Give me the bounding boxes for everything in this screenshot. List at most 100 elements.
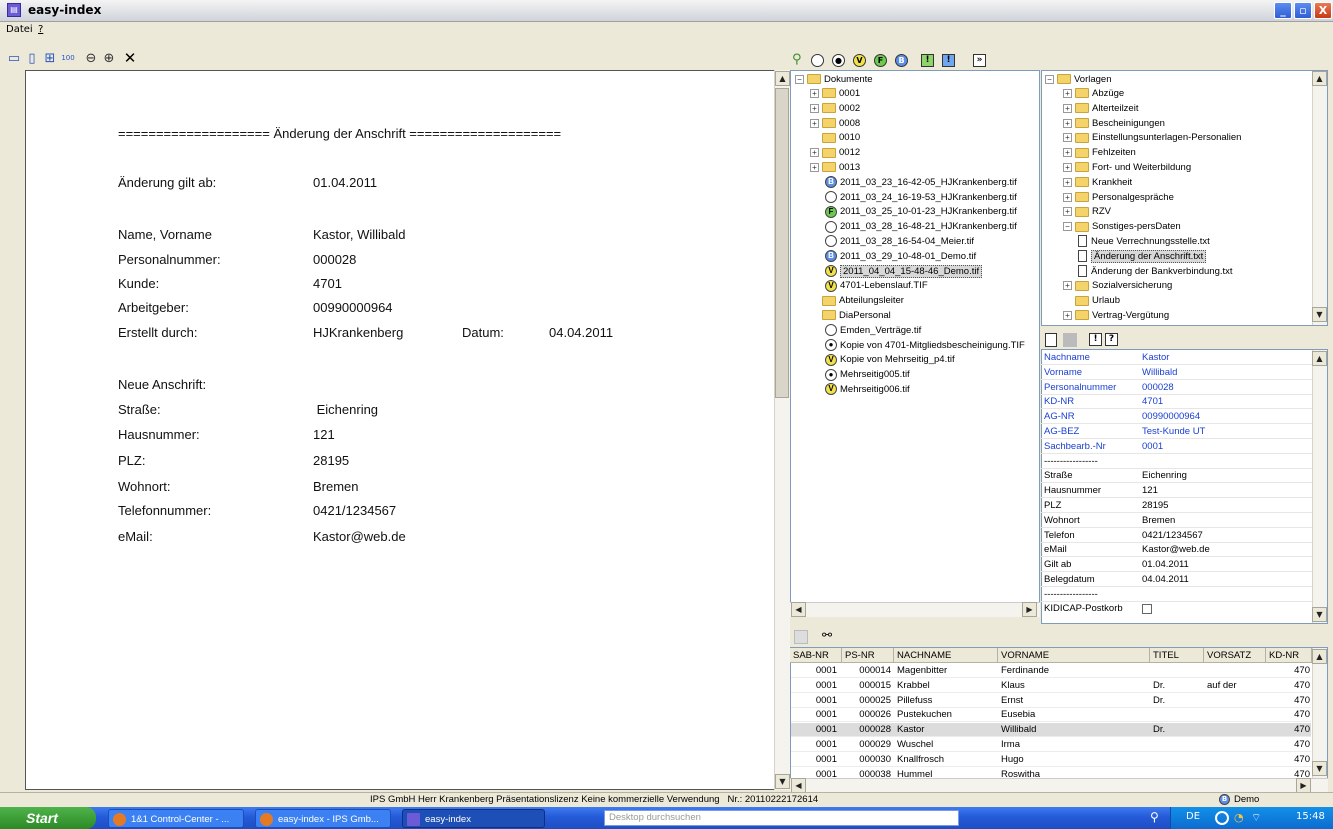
template-item[interactable]: + Abzüge <box>1063 87 1124 101</box>
expand-icon[interactable]: + <box>1063 177 1072 187</box>
tree-item[interactable]: 2011_03_24_16-19-53_HJKrankenberg.tif <box>810 191 1017 205</box>
expand-icon[interactable]: + <box>1063 207 1072 217</box>
next-icon[interactable]: » <box>973 54 986 67</box>
props-help-icon[interactable]: ? <box>1105 333 1118 346</box>
scroll-right-icon[interactable]: ▶ <box>1022 602 1037 617</box>
property-value[interactable]: 000028 <box>1142 381 1174 395</box>
tree-item[interactable]: F 2011_03_25_10-01-23_HJKrankenberg.tif <box>810 205 1017 219</box>
collapse-icon[interactable]: − <box>1045 74 1054 84</box>
grid-icon[interactable]: ⊞ <box>42 51 58 66</box>
template-item[interactable]: + Fort- und Weiterbildung <box>1063 161 1191 175</box>
expand-icon[interactable]: + <box>1063 133 1072 143</box>
props-scrollbar[interactable] <box>1312 350 1327 623</box>
column-header[interactable]: NACHNAME <box>894 648 998 663</box>
template-item[interactable]: + Bescheinigungen <box>1063 117 1165 131</box>
template-item[interactable]: + Alterteilzeit <box>1063 102 1138 116</box>
tree-item[interactable]: DiaPersonal <box>810 309 891 323</box>
close-doc-icon[interactable]: ✕ <box>122 51 138 66</box>
template-item[interactable]: Neue Verrechnungsstelle.txt <box>1078 235 1210 249</box>
tree-item[interactable]: B 2011_03_23_16-42-05_HJKrankenberg.tif <box>810 176 1017 190</box>
table-hscrollbar[interactable] <box>790 778 1328 792</box>
expand-icon[interactable]: + <box>1063 103 1072 113</box>
tree-item[interactable]: V Mehrseitig006.tif <box>810 383 910 397</box>
scroll-down-icon[interactable]: ▼ <box>1312 761 1327 776</box>
expand-icon[interactable]: + <box>1063 192 1072 202</box>
scroll-up-icon[interactable]: ▲ <box>1312 649 1327 664</box>
columns-icon[interactable]: ▯ <box>24 51 40 66</box>
tree-item[interactable]: 2011_03_28_16-48-21_HJKrankenberg.tif <box>810 220 1017 234</box>
tree-item[interactable]: 0010 <box>810 131 860 145</box>
scroll-up-icon[interactable]: ▲ <box>775 71 790 86</box>
column-header[interactable]: VORSATZ <box>1204 648 1266 663</box>
column-header[interactable]: SAB-NR <box>790 648 842 663</box>
table-scrollbar[interactable] <box>1312 648 1327 778</box>
property-row[interactable]: Wohnort Bremen <box>1041 514 1323 528</box>
search-icon[interactable]: ⚲ <box>1150 810 1159 824</box>
expand-icon[interactable]: + <box>1063 118 1072 128</box>
expand-icon[interactable]: + <box>810 118 819 128</box>
tray-network-icon[interactable]: ◔ <box>1234 811 1244 824</box>
scroll-left-icon[interactable]: ◀ <box>791 602 806 617</box>
close-button[interactable]: X <box>1314 2 1332 19</box>
scroll-down-icon[interactable]: ▼ <box>775 774 790 789</box>
tray-wifi-icon[interactable]: ⌔ <box>1251 811 1261 825</box>
template-item[interactable]: + Personalgespräche <box>1063 191 1174 205</box>
expand-icon[interactable]: + <box>1063 310 1072 320</box>
template-item[interactable]: + RZV <box>1063 205 1111 219</box>
property-value[interactable]: Test-Kunde UT <box>1142 425 1205 439</box>
lang-indicator[interactable]: DE <box>1186 811 1200 822</box>
property-value[interactable]: 0421/1234567 <box>1142 529 1203 543</box>
property-value[interactable]: 04.04.2011 <box>1142 573 1189 587</box>
collapse-icon[interactable]: − <box>795 74 804 84</box>
new-doc-icon[interactable] <box>1045 333 1057 347</box>
restore-button[interactable]: ▫ <box>1294 2 1312 19</box>
property-row[interactable]: ----------------- <box>1041 588 1323 602</box>
expand-icon[interactable]: + <box>1063 281 1072 291</box>
property-row[interactable]: Straße Eichenring <box>1041 469 1323 484</box>
tree-item[interactable]: +0012 <box>810 146 860 160</box>
collapse-icon[interactable]: − <box>1063 222 1072 232</box>
postkorb-checkbox[interactable] <box>1142 604 1152 614</box>
template-item[interactable]: + Krankheit <box>1063 176 1132 190</box>
property-row[interactable]: eMail Kastor@web.de <box>1041 543 1323 558</box>
property-row[interactable]: Telefon 0421/1234567 <box>1041 529 1323 543</box>
expand-icon[interactable]: + <box>810 148 819 158</box>
template-item[interactable]: +Urlaub <box>1063 294 1120 308</box>
tree-item[interactable]: +0002 <box>810 102 860 116</box>
zoom-in-icon[interactable]: ⊕ <box>101 51 117 66</box>
fit-icon[interactable]: 100 <box>60 51 76 66</box>
property-value[interactable]: Bremen <box>1142 514 1175 528</box>
menu-help[interactable]: ? <box>38 24 43 35</box>
template-item[interactable]: Änderung der Bankverbindung.txt <box>1078 265 1233 279</box>
property-row[interactable]: Gilt ab 01.04.2011 <box>1041 558 1323 573</box>
scroll-right-icon[interactable]: ▶ <box>1296 778 1311 793</box>
minimize-button[interactable]: _ <box>1274 2 1292 19</box>
task-control-center[interactable]: 1&1 Control-Center - ... <box>108 809 244 828</box>
filter-empty-icon[interactable] <box>811 54 824 67</box>
tree-item[interactable]: 2011_03_28_16-54-04_Meier.tif <box>810 235 974 249</box>
expand-icon[interactable]: + <box>810 103 819 113</box>
tree-root-vorlagen[interactable]: − Vorlagen <box>1045 73 1112 87</box>
template-item[interactable]: + Sozialversicherung <box>1063 279 1172 293</box>
filter-b-icon[interactable]: B <box>895 54 908 67</box>
expand-icon[interactable]: + <box>810 162 819 172</box>
property-value[interactable]: Kastor <box>1142 351 1169 365</box>
template-item[interactable]: + Fehlzeiten <box>1063 146 1136 160</box>
property-value[interactable]: 28195 <box>1142 499 1168 513</box>
scroll-left-icon[interactable]: ◀ <box>791 778 806 793</box>
scroll-up-icon[interactable]: ▲ <box>1312 71 1327 86</box>
binoculars-icon[interactable]: ⚯ <box>822 628 832 642</box>
property-row[interactable]: Vorname Willibald <box>1041 366 1323 380</box>
property-row[interactable]: ----------------- <box>1041 455 1323 469</box>
props-warning-icon[interactable]: ! <box>1089 333 1102 346</box>
property-value[interactable]: 121 <box>1142 484 1158 498</box>
expand-icon[interactable]: + <box>1063 88 1072 98</box>
tree-item[interactable]: Abteilungsleiter <box>810 294 904 308</box>
property-value[interactable]: Kastor@web.de <box>1142 543 1210 557</box>
property-row[interactable]: PLZ 28195 <box>1041 499 1323 513</box>
template-scrollbar[interactable] <box>1312 71 1327 325</box>
zoom-out-icon[interactable]: ⊖ <box>83 51 99 66</box>
expand-icon[interactable]: + <box>1063 148 1072 158</box>
tree-item[interactable]: +0013 <box>810 161 860 175</box>
warning-blue-icon[interactable]: ! <box>942 54 955 67</box>
